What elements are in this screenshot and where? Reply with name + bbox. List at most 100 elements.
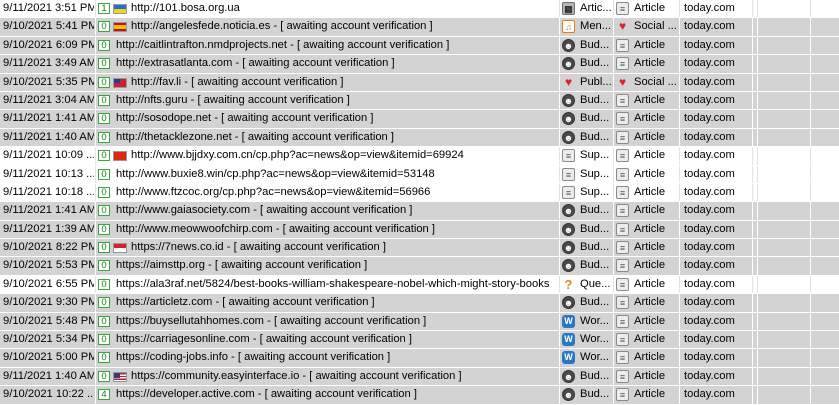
site-cell: today.com [684,204,735,217]
count-badge: 0 [98,186,110,198]
column-divider [757,73,758,91]
topic-cell: Bud... [580,388,610,401]
url-cell[interactable]: https://articletz.com - [ awaiting accou… [116,294,558,311]
page-type-cell: Article [634,351,666,364]
date-cell: 9/11/2021 10:09 ... [3,149,94,162]
column-divider [679,202,680,220]
table-row[interactable]: 9/11/2021 3:04 AM 0 http://nfts.guru - [ a… [0,91,839,111]
column-divider [679,128,680,147]
table-row[interactable]: 9/11/2021 1:41 AM 0 http://www.gaiasociety… [0,202,839,221]
column-divider [752,73,753,91]
column-divider [679,294,680,312]
url-cell[interactable]: https://ala3raf.net/5824/best-books-will… [116,276,558,293]
column-divider [752,386,753,404]
user-icon: ☻ [562,93,575,107]
url-cell[interactable]: https://coding-jobs.info - [ awaiting ac… [116,349,558,366]
column-divider [757,165,758,183]
url-cell[interactable]: http://thetacklezone.net - [ awaiting ac… [116,129,558,146]
url-cell[interactable]: http://www.gaiasociety.com - [ awaiting … [116,202,558,219]
column-divider [559,36,560,55]
url-cell[interactable]: https://buysellutahhomes.com - [ awaitin… [116,313,558,330]
table-row[interactable]: 9/10/2021 6:55 PM 0 https://ala3raf.net/58… [0,275,839,295]
table-row[interactable]: 9/10/2021 6:09 PM 0 http://caitlintrafton.… [0,36,839,56]
table-row[interactable]: 9/11/2021 10:13 ... 0 http://www.buxie8.wi… [0,165,839,184]
url-cell[interactable]: http://caitlintrafton.nmdprojects.net - … [116,37,558,54]
url-cell[interactable]: https://aimsttp.org - [ awaiting account… [116,257,558,274]
table-row[interactable]: 9/10/2021 5:41 PM 0 http://angelesfede.not… [0,18,839,37]
column-divider [810,55,811,73]
doc-icon: ≡ [616,167,629,181]
table-row[interactable]: 9/10/2021 5:48 PM 0 https://buysellutahhom… [0,312,839,332]
url-cell[interactable]: http://www.bjjdxy.com.cn/cp.php?ac=news&… [131,147,558,164]
count-badge: 0 [98,297,110,309]
site-cell: today.com [684,222,735,235]
table-row[interactable]: 9/11/2021 3:49 AM 0 http://extrasatlanta.c… [0,55,839,74]
table-row[interactable]: 9/11/2021 1:39 AM 0 http://www.meowwoofchi… [0,220,839,240]
topic-cell: Sup... [580,167,610,180]
table-row[interactable]: 9/10/2021 5:00 PM 0 https://coding-jobs.in… [0,349,839,368]
column-divider [757,183,758,202]
table-row[interactable]: 9/11/2021 3:51 PM 1 http://101.bosa.org.ua… [0,0,839,19]
table-row[interactable]: 9/10/2021 5:53 PM 0 https://aimsttp.org - … [0,257,839,276]
column-divider [95,275,96,294]
chip-icon: ▦ [562,2,575,15]
topic-cell: Bud... [580,130,610,143]
column-divider [679,110,680,128]
table-row[interactable]: 9/10/2021 5:35 PM 0 http://fav.li - [ awai… [0,73,839,92]
count-badge: 0 [98,21,110,33]
column-divider [757,147,758,165]
table-row[interactable]: 9/10/2021 5:34 PM 0 https://carriagesonlin… [0,331,839,350]
column-divider [95,367,96,386]
url-cell[interactable]: http://www.meowwoofchirp.com - [ awaitin… [116,221,558,238]
topic-cell: Bud... [580,204,610,217]
table-row[interactable]: 9/11/2021 1:41 AM 0 http://sosodope.net - … [0,110,839,129]
url-cell[interactable]: http://fav.li - [ awaiting account verif… [131,74,558,91]
url-cell[interactable]: https://carriagesonline.com - [ awaiting… [116,331,558,348]
doc-icon: ≡ [616,388,629,402]
cn-flag-icon [113,151,127,162]
date-cell: 9/11/2021 10:13 ... [3,167,94,180]
url-cell[interactable]: https://developer.active.com - [ awaitin… [116,386,558,403]
table-row[interactable]: 9/10/2021 10:22 ... 4 https://developer.ac… [0,386,839,405]
date-cell: 9/10/2021 5:53 PM [3,259,94,272]
table-row[interactable]: 9/10/2021 8:22 PM 0 https://7news.co.id - … [0,239,839,258]
count-badge: 0 [98,94,110,106]
url-cell[interactable]: https://7news.co.id - [ awaiting account… [131,239,558,256]
table-row[interactable]: 9/11/2021 10:18 ... 0 http://www.ftzcoc.or… [0,183,839,203]
date-cell: 9/10/2021 8:22 PM [3,241,94,254]
doc-icon: ≡ [616,351,629,365]
column-divider [559,312,560,331]
url-cell[interactable]: http://101.bosa.org.ua [131,0,558,17]
date-cell: 9/10/2021 5:34 PM [3,333,94,346]
site-cell: today.com [684,93,735,106]
user-icon: ☻ [562,38,575,52]
topic-cell: Bud... [580,241,610,254]
url-cell[interactable]: http://www.ftzcoc.org/cp.php?ac=news&op=… [116,184,558,201]
table-row[interactable]: 9/11/2021 1:40 AM 0 https://community.easy… [0,367,839,387]
doc-icon: ≡ [616,57,629,71]
column-divider [810,91,811,110]
site-cell: today.com [684,167,735,180]
table-row[interactable]: 9/10/2021 9:30 PM 0 https://articletz.com … [0,294,839,313]
url-cell[interactable]: http://www.buxie8.win/cp.php?ac=news&op=… [116,166,558,183]
url-cell[interactable]: https://community.easyinterface.io - [ a… [131,368,558,385]
doc-icon: ≡ [616,38,629,52]
column-divider [613,91,614,110]
table-row[interactable]: 9/11/2021 1:40 AM 0 http://thetacklezone.n… [0,128,839,148]
column-divider [559,128,560,147]
page-type-cell: Article [634,204,666,217]
column-divider [810,202,811,220]
site-cell: today.com [684,333,735,346]
column-divider [613,165,614,183]
date-cell: 9/10/2021 9:30 PM [3,296,94,309]
table-row[interactable]: 9/11/2021 10:09 ... 0 http://www.bjjdxy.co… [0,147,839,166]
column-divider [559,110,560,128]
url-cell[interactable]: http://angelesfede.noticia.es - [ awaiti… [131,18,558,35]
url-cell[interactable]: http://sosodope.net - [ awaiting account… [116,110,558,127]
url-cell[interactable]: http://extrasatlanta.com - [ awaiting ac… [116,55,558,72]
url-cell[interactable]: http://nfts.guru - [ awaiting account ve… [116,92,558,109]
column-divider [613,0,614,18]
column-divider [757,0,758,18]
column-divider [752,36,753,55]
site-cell: today.com [684,75,735,88]
